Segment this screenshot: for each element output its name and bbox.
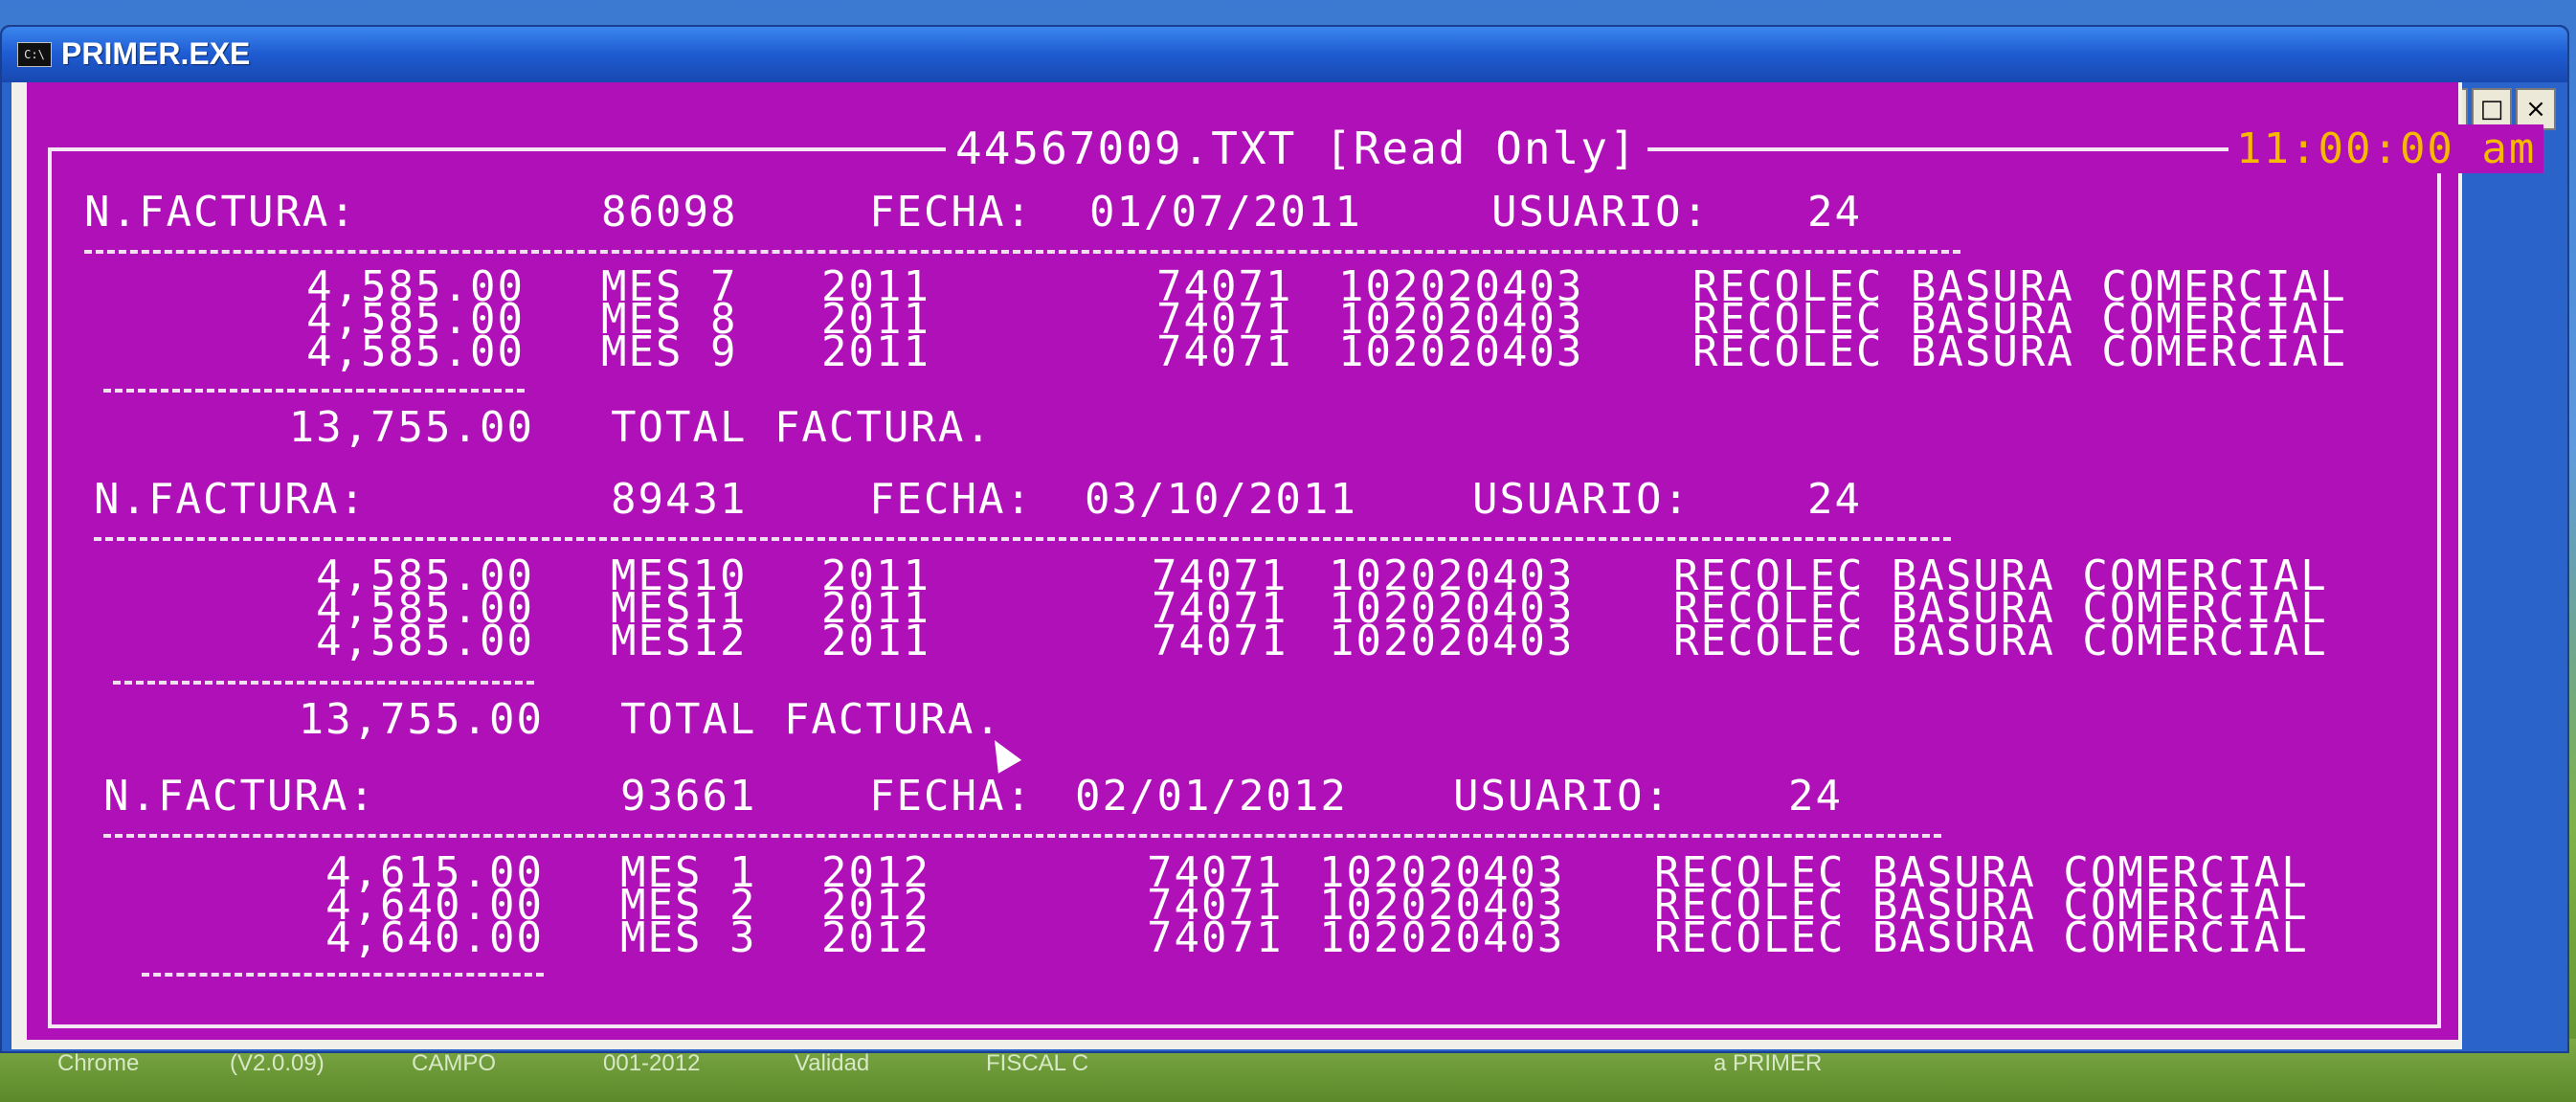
invoice-total: 13,755.00: [298, 695, 544, 744]
line-desc: RECOLEC BASURA COMERCIAL: [1692, 327, 2347, 376]
line-ref: 102020403: [1329, 617, 1575, 665]
line-year: 2012: [821, 913, 930, 962]
invoice-number: 89431: [611, 475, 748, 524]
line-desc: RECOLEC BASURA COMERCIAL: [1673, 617, 2328, 665]
console-app-icon: C:\: [17, 42, 52, 67]
taskbar-item[interactable]: FISCAL C: [986, 1050, 1088, 1077]
client-area: 44567009.TXT [Read Only] 11:00:00 am N.F…: [11, 82, 2544, 1049]
line-ref: 102020403: [1319, 913, 1565, 962]
divider-line: [94, 537, 1951, 541]
taskbar-item[interactable]: (V2.0.09): [230, 1050, 325, 1077]
taskbar-item[interactable]: Validad: [795, 1050, 869, 1077]
line-code: 74071: [1152, 617, 1288, 665]
divider-line: [84, 250, 1960, 254]
console-window: C:\ PRIMER.EXE _ □ × 44567009.TXT [Read …: [0, 25, 2569, 1053]
console-screen: 44567009.TXT [Read Only] 11:00:00 am N.F…: [27, 82, 2544, 1040]
total-label: TOTAL FACTURA.: [611, 403, 993, 452]
total-label: TOTAL FACTURA.: [620, 695, 1002, 744]
file-title: 44567009.TXT [Read Only]: [946, 123, 1647, 174]
taskbar-item[interactable]: Chrome: [57, 1050, 139, 1077]
invoice-number: 86098: [601, 188, 738, 236]
line-amount: 4,585.00: [306, 327, 525, 376]
title-bar[interactable]: C:\ PRIMER.EXE: [2, 27, 2567, 82]
invoice-total: 13,755.00: [288, 403, 534, 452]
taskbar-item[interactable]: CAMPO: [412, 1050, 496, 1077]
divider-line: [103, 834, 1941, 838]
fecha-label: FECHA:: [869, 772, 1033, 821]
line-code: 74071: [1156, 327, 1293, 376]
line-month: MES 9: [601, 327, 738, 376]
invoice-label: N.FACTURA:: [94, 475, 367, 524]
line-amount: 4,585.00: [316, 617, 534, 665]
invoice-label: N.FACTURA:: [84, 188, 357, 236]
line-desc: RECOLEC BASURA COMERCIAL: [1654, 913, 2309, 962]
fecha-label: FECHA:: [869, 188, 1033, 236]
usuario-value: 24: [1788, 772, 1843, 821]
fecha-value: 01/07/2011: [1089, 188, 1362, 236]
taskbar-item[interactable]: a PRIMER: [1714, 1050, 1822, 1077]
invoice-label: N.FACTURA:: [103, 772, 376, 821]
line-ref: 102020403: [1338, 327, 1584, 376]
usuario-label: USUARIO:: [1472, 475, 1691, 524]
line-year: 2011: [821, 327, 930, 376]
fecha-value: 03/10/2011: [1085, 475, 1357, 524]
line-year: 2011: [821, 617, 930, 665]
usuario-value: 24: [1807, 475, 1862, 524]
line-month: MES 3: [620, 913, 757, 962]
clock: 11:00:00 am: [2229, 124, 2544, 173]
window-title: PRIMER.EXE: [61, 36, 251, 71]
subtotal-divider: [103, 389, 525, 393]
fecha-value: 02/01/2012: [1075, 772, 1348, 821]
invoice-number: 93661: [620, 772, 757, 821]
line-amount: 4,640.00: [325, 913, 544, 962]
usuario-value: 24: [1807, 188, 1862, 236]
line-month: MES12: [611, 617, 748, 665]
usuario-label: USUARIO:: [1491, 188, 1710, 236]
taskbar-item[interactable]: 001-2012: [603, 1050, 700, 1077]
line-code: 74071: [1147, 913, 1284, 962]
usuario-label: USUARIO:: [1453, 772, 1671, 821]
subtotal-divider: [142, 973, 544, 977]
subtotal-divider: [113, 681, 534, 685]
fecha-label: FECHA:: [869, 475, 1033, 524]
